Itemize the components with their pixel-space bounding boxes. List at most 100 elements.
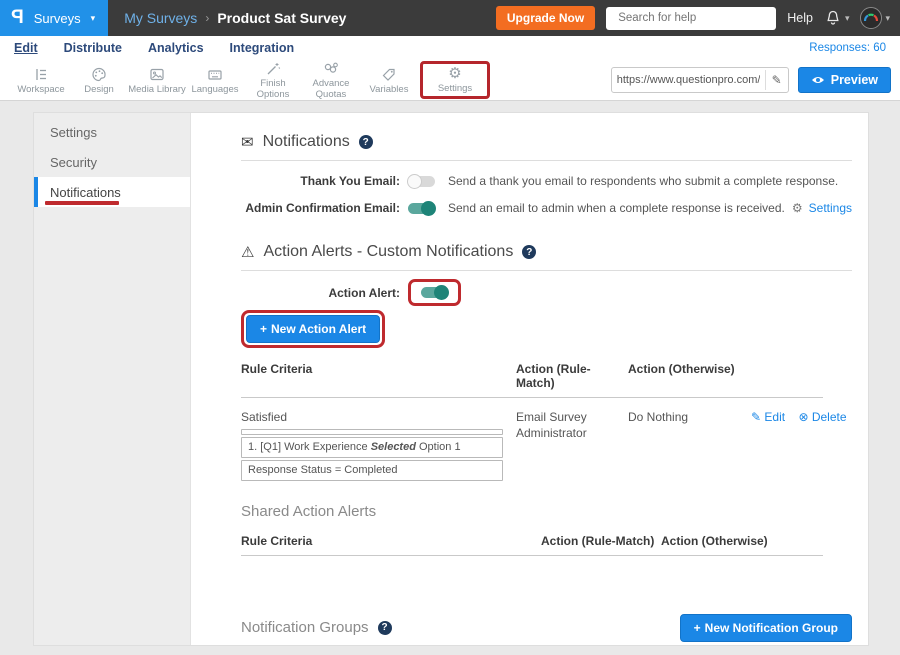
column-header-rule-criteria: Rule Criteria	[241, 529, 541, 555]
keyboard-icon	[186, 66, 244, 83]
admin-email-settings[interactable]: ⚙ Settings	[792, 201, 852, 215]
action-alert-label: Action Alert:	[241, 286, 400, 300]
help-question-icon[interactable]: ?	[522, 245, 536, 259]
notification-groups-title-wrap: Notification Groups ?	[241, 619, 392, 636]
help-question-icon[interactable]: ?	[359, 135, 373, 149]
notification-groups-header: Notification Groups ? + New Notification …	[241, 614, 852, 642]
eye-icon	[811, 75, 825, 85]
table-row: Satisfied 1. [Q1] Work Experience Select…	[241, 398, 823, 481]
edit-icon: ✎	[751, 410, 761, 424]
help-search-box[interactable]	[606, 7, 776, 30]
notification-groups-title: Notification Groups	[241, 619, 369, 636]
admin-email-settings-link[interactable]: Settings	[809, 201, 852, 215]
admin-confirmation-toggle[interactable]	[408, 203, 435, 214]
gear-icon: ⚙	[792, 201, 803, 215]
plus-icon: +	[694, 621, 701, 635]
admin-confirmation-row: Admin Confirmation Email: Send an email …	[241, 201, 852, 215]
toolbar-item-label: Advance Quotas	[302, 78, 360, 100]
magic-wand-icon	[244, 60, 302, 77]
tab-distribute[interactable]: Distribute	[64, 41, 122, 55]
action-alert-toggle-row: Action Alert:	[241, 279, 852, 306]
toolbar-item-label: Media Library	[128, 84, 186, 95]
delete-action[interactable]: ⊗ Delete	[798, 410, 846, 424]
tag-icon	[360, 66, 418, 83]
responses-count[interactable]: Responses: 60	[809, 42, 886, 54]
column-header-rule-match: Action (Rule-Match)	[541, 529, 661, 555]
delete-icon: ⊗	[798, 410, 808, 424]
preview-button[interactable]: Preview	[798, 67, 891, 93]
notifications-bell-menu[interactable]: ▾	[824, 9, 850, 27]
toolbar-item-label: Variables	[360, 84, 418, 95]
sidebar-item-security[interactable]: Security	[34, 147, 190, 177]
rule-match-cell: Email Survey Administrator	[516, 398, 628, 481]
shared-alerts-empty	[241, 556, 852, 578]
toolbar-item-design[interactable]: Design	[70, 66, 128, 95]
edit-label: Edit	[764, 410, 785, 424]
delete-label: Delete	[812, 410, 847, 424]
row-actions: ✎ Edit ⊗ Delete	[741, 398, 847, 481]
chevron-down-icon: ▾	[885, 13, 890, 24]
bell-icon	[824, 9, 842, 27]
survey-url-input[interactable]	[612, 74, 765, 86]
column-header-otherwise: Action (Otherwise)	[628, 357, 741, 397]
edit-action[interactable]: ✎ Edit	[751, 410, 785, 424]
thank-you-email-label: Thank You Email:	[241, 174, 400, 188]
toolbar-item-label: Workspace	[12, 84, 70, 95]
breadcrumb: My Surveys › Product Sat Survey	[124, 10, 346, 26]
toolbar-item-settings[interactable]: ⚙ Settings	[426, 65, 484, 94]
new-action-alert-label: New Action Alert	[271, 322, 366, 336]
toolbar-item-advance-quotas[interactable]: Advance Quotas	[302, 60, 360, 100]
toolbar-item-label: Design	[70, 84, 128, 95]
toolbar-item-label: Finish Options	[244, 78, 302, 100]
new-notification-group-button[interactable]: + New Notification Group	[680, 614, 852, 642]
help-question-icon[interactable]: ?	[378, 621, 392, 635]
thank-you-email-toggle[interactable]	[408, 176, 435, 187]
thank-you-email-row: Thank You Email: Send a thank you email …	[241, 174, 852, 188]
tab-edit[interactable]: Edit	[14, 41, 38, 55]
questionpro-logo-icon: P	[11, 7, 24, 29]
product-menu-label: Surveys	[34, 11, 81, 26]
plus-icon: +	[260, 322, 267, 336]
workspace-icon	[12, 66, 70, 83]
tab-analytics[interactable]: Analytics	[148, 41, 204, 55]
edit-toolbar: Workspace Design Media Library Languages…	[0, 60, 900, 101]
toolbar-item-variables[interactable]: Variables	[360, 66, 418, 95]
action-alert-toggle[interactable]	[421, 287, 448, 298]
preview-label: Preview	[831, 73, 878, 87]
sidebar-item-label: Notifications	[50, 185, 121, 200]
table-header-row: Rule Criteria Action (Rule-Match) Action…	[241, 529, 823, 556]
thank-you-email-description: Send a thank you email to respondents wh…	[448, 174, 838, 188]
notifications-panel: ✉ Notifications ? Thank You Email: Send …	[191, 113, 868, 645]
criteria-empty-strip	[241, 429, 503, 435]
new-notification-group-label: New Notification Group	[705, 621, 838, 635]
settings-sidebar: Settings Security Notifications	[34, 113, 191, 645]
toolbar-item-languages[interactable]: Languages	[186, 66, 244, 95]
survey-url-box: ✎	[611, 67, 789, 93]
envelope-icon: ✉	[241, 133, 254, 151]
survey-nav: Edit Distribute Analytics Integration Re…	[0, 36, 900, 60]
criteria-item: Response Status = Completed	[241, 460, 503, 481]
toolbar-item-finish-options[interactable]: Finish Options	[244, 60, 302, 100]
tab-integration[interactable]: Integration	[230, 41, 295, 55]
otherwise-cell: Do Nothing	[628, 398, 741, 481]
toolbar-item-workspace[interactable]: Workspace	[12, 66, 70, 95]
sidebar-item-notifications[interactable]: Notifications	[34, 177, 190, 207]
edit-url-pencil-icon[interactable]: ✎	[765, 70, 788, 90]
settings-highlight-annotation: ⚙ Settings	[420, 61, 490, 99]
account-menu[interactable]: ▾	[860, 7, 890, 29]
shared-alerts-table: Rule Criteria Action (Rule-Match) Action…	[241, 529, 823, 556]
column-header-rule-criteria: Rule Criteria	[241, 357, 516, 397]
criteria-list: 1. [Q1] Work Experience Selected Option …	[241, 429, 503, 481]
notifications-section-header: ✉ Notifications ?	[241, 125, 852, 161]
new-action-alert-button[interactable]: + New Action Alert	[246, 315, 380, 343]
top-bar: P Surveys ▾ My Surveys › Product Sat Sur…	[0, 0, 900, 36]
admin-confirmation-label: Admin Confirmation Email:	[241, 201, 400, 215]
help-link[interactable]: Help	[787, 11, 813, 25]
criteria-item: 1. [Q1] Work Experience Selected Option …	[241, 437, 503, 458]
toolbar-item-media-library[interactable]: Media Library	[128, 66, 186, 95]
breadcrumb-parent[interactable]: My Surveys	[124, 10, 197, 26]
sidebar-item-settings[interactable]: Settings	[34, 117, 190, 147]
product-switcher[interactable]: P Surveys ▾	[0, 0, 108, 36]
help-search-input[interactable]	[618, 12, 772, 24]
upgrade-now-button[interactable]: Upgrade Now	[496, 6, 595, 30]
